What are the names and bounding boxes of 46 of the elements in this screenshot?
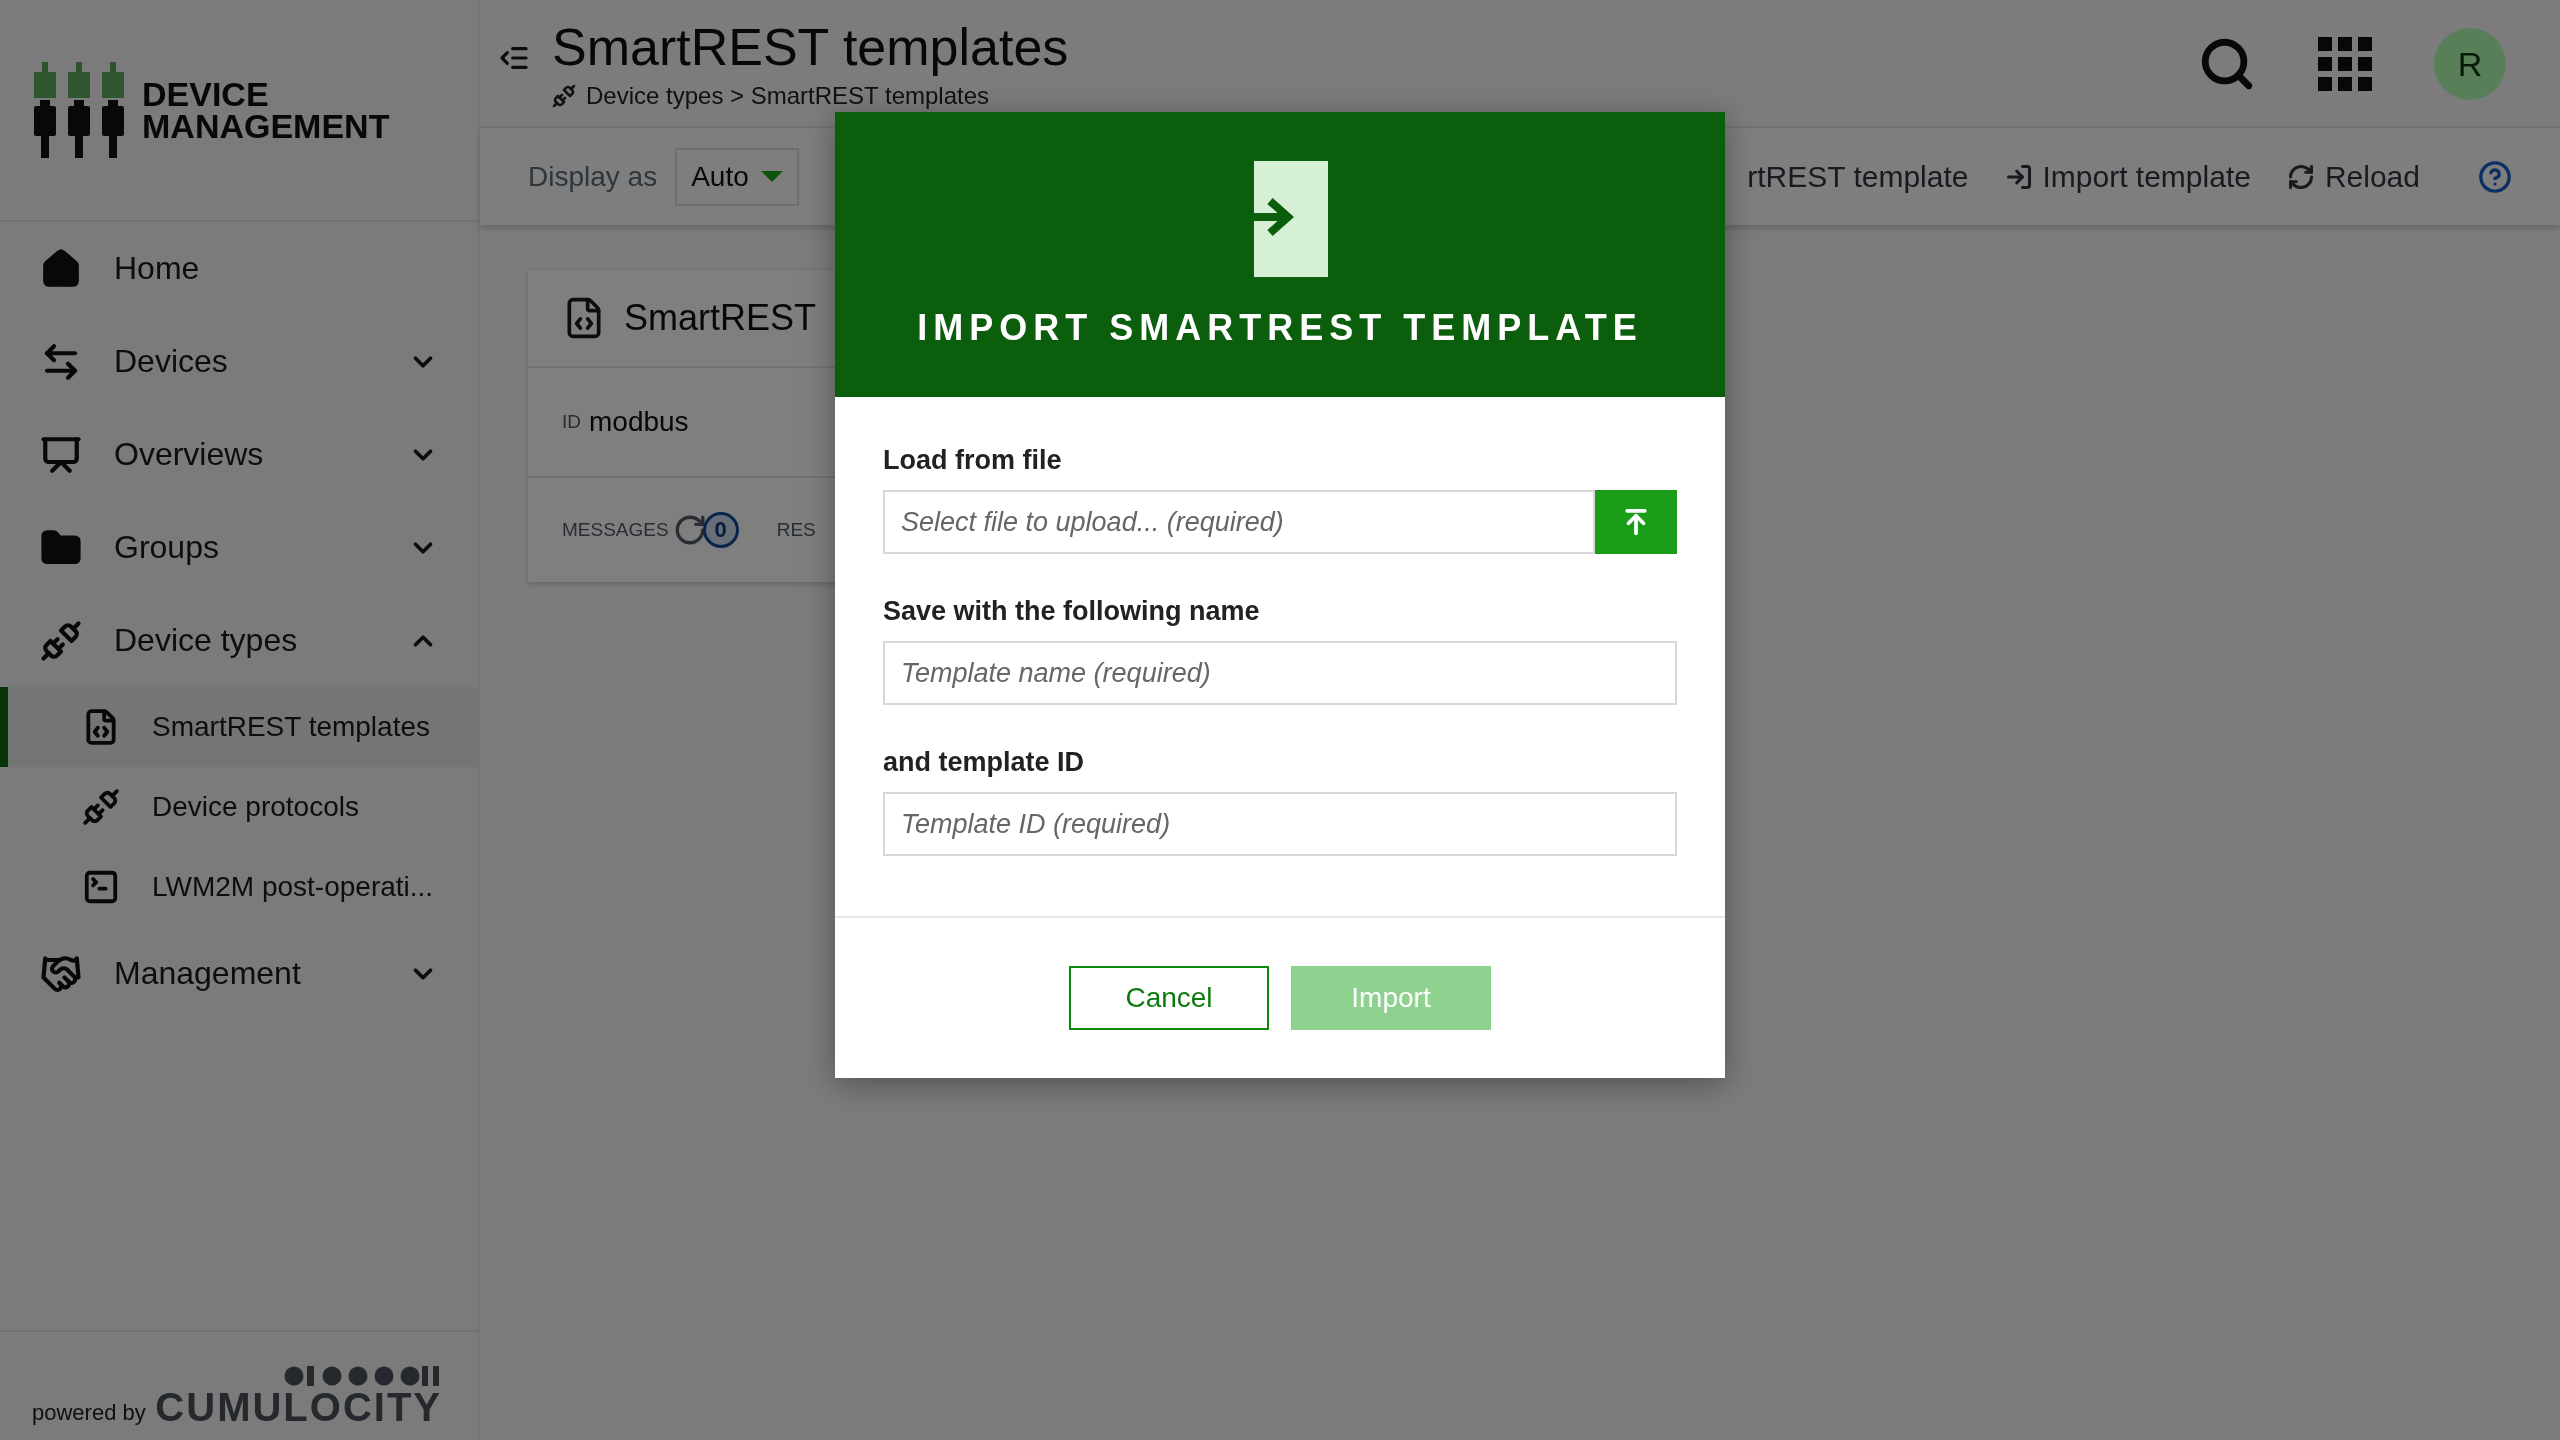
toolbar-button[interactable]: rtREST template — [1747, 159, 1969, 194]
upload-button[interactable] — [1595, 490, 1677, 554]
plug-icon — [82, 788, 120, 826]
app-name: DEVICE MANAGEMENT — [142, 78, 390, 142]
field-label: and template ID — [883, 747, 1086, 778]
reload-icon — [2286, 162, 2315, 191]
sidebar-subitem[interactable]: Device protocols — [0, 767, 478, 847]
import-icon — [2004, 162, 2033, 191]
stat-label: RES — [776, 519, 816, 541]
sidebar-item[interactable]: Management — [0, 927, 478, 1020]
sidebar-item[interactable]: Overviews — [0, 408, 478, 501]
display-select[interactable]: Auto — [675, 147, 799, 206]
terminal-icon — [82, 868, 120, 906]
count-badge: 0 — [702, 512, 739, 548]
id-value: modbus — [589, 406, 689, 438]
user-avatar[interactable]: R — [2434, 28, 2506, 100]
caret-icon — [760, 171, 783, 182]
sidebar-item[interactable]: Groups — [0, 501, 478, 594]
brand-dots-icon — [284, 1366, 442, 1386]
field-label: Load from file — [883, 445, 1063, 476]
card-title: SmartREST — [624, 297, 817, 339]
toolbar-button[interactable]: Import template — [2004, 159, 2251, 194]
display-as-label: Display as — [528, 160, 658, 193]
field-label: Save with the following name — [883, 596, 1261, 627]
sidebar-item[interactable]: Device types — [0, 594, 478, 687]
sidebar-subitem[interactable]: SmartREST templates — [0, 687, 478, 767]
stat-label: MESSAGES — [562, 519, 669, 541]
app-grid-icon[interactable] — [2318, 37, 2372, 91]
input-field[interactable]: Template ID (required) — [883, 792, 1677, 856]
sidebar-item[interactable]: Home — [0, 222, 478, 315]
powered-by-text: powered by — [32, 1400, 146, 1426]
cancel-button[interactable]: Cancel — [1069, 966, 1269, 1030]
page-title: SmartREST templates — [552, 18, 1070, 76]
file-field[interactable]: Select file to upload... (required) — [883, 490, 1595, 554]
breadcrumb: Device types > SmartREST templates — [586, 82, 990, 110]
brand-logo-text: CUMULOCITY — [155, 1388, 442, 1426]
toolbar-button[interactable]: Reload — [2286, 159, 2420, 194]
input-field[interactable]: Template name (required) — [883, 641, 1677, 705]
help-icon[interactable] — [2478, 159, 2512, 194]
plug-icon — [40, 619, 82, 662]
sidebar-subitem[interactable]: LWM2M post-operati... — [0, 847, 478, 927]
id-label: ID — [562, 411, 581, 433]
home-icon — [40, 247, 82, 290]
sidebar-item[interactable]: Devices — [0, 315, 478, 408]
dialog-title: IMPORT SMARTREST TEMPLATE — [917, 306, 1643, 349]
plug-icon — [552, 84, 576, 108]
